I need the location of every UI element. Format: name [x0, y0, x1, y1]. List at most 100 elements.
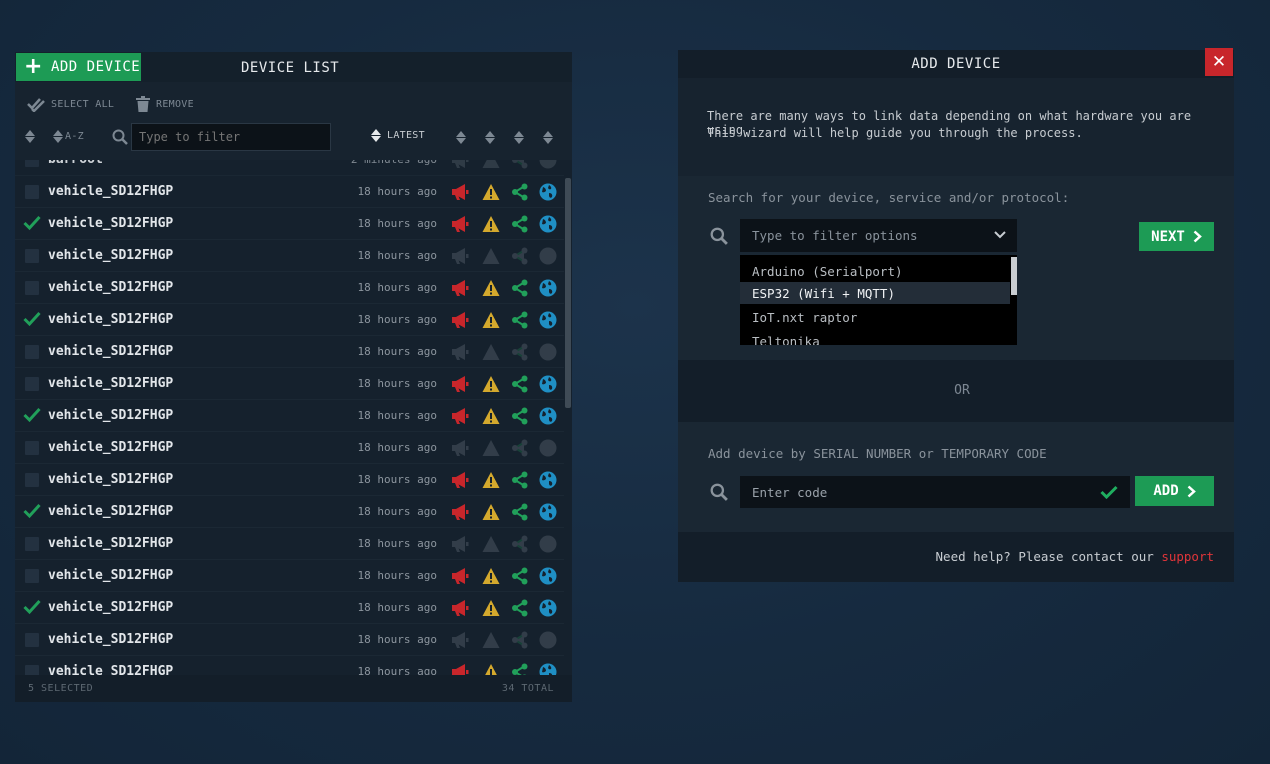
device-row[interactable]: vehicle_SD12FHGP 18 hours ago — [15, 240, 564, 272]
device-name[interactable]: vehicle_SD12FHGP — [48, 440, 173, 455]
device-name[interactable]: vehicle_SD12FHGP — [48, 632, 173, 647]
option-teltonika[interactable]: Teltonika — [740, 330, 1010, 346]
share-icon[interactable] — [511, 311, 529, 329]
sort-warnings-toggle[interactable] — [485, 129, 495, 145]
row-checkbox[interactable] — [25, 184, 39, 199]
share-icon[interactable] — [511, 343, 529, 361]
device-name[interactable]: vehicle_SD12FHGP — [48, 344, 173, 359]
globe-icon[interactable] — [539, 311, 557, 329]
row-checkbox[interactable] — [25, 248, 39, 263]
warning-icon[interactable] — [482, 535, 500, 553]
device-name[interactable]: vehicle_SD12FHGP — [48, 568, 173, 583]
device-row[interactable]: vehicle_SD12FHGP 18 hours ago — [15, 592, 564, 624]
options-scrollbar[interactable] — [1011, 257, 1017, 295]
select-all-button[interactable]: SELECT ALL — [27, 96, 114, 112]
megaphone-icon[interactable] — [451, 160, 469, 169]
globe-icon[interactable] — [539, 663, 557, 675]
device-list-scrollbar[interactable] — [565, 178, 571, 408]
megaphone-icon[interactable] — [451, 631, 469, 649]
share-icon[interactable] — [511, 567, 529, 585]
device-row[interactable]: vehicle_SD12FHGP 18 hours ago — [15, 208, 564, 240]
row-checkbox[interactable] — [25, 472, 39, 487]
share-icon[interactable] — [511, 215, 529, 233]
support-link[interactable]: support — [1161, 549, 1214, 564]
device-name[interactable]: vehicle_SD12FHGP — [48, 664, 173, 675]
row-checkbox-checked[interactable] — [23, 502, 41, 520]
share-icon[interactable] — [511, 375, 529, 393]
close-button[interactable]: ✕ — [1205, 48, 1233, 76]
device-row[interactable]: vehicle_SD12FHGP 18 hours ago — [15, 560, 564, 592]
row-checkbox-checked[interactable] — [23, 598, 41, 616]
device-filter-input[interactable] — [131, 123, 331, 151]
warning-icon[interactable] — [482, 503, 500, 521]
globe-icon[interactable] — [539, 535, 557, 553]
device-name[interactable]: vehicle_SD12FHGP — [48, 472, 173, 487]
warning-icon[interactable] — [482, 567, 500, 585]
next-button[interactable]: NEXT — [1139, 222, 1214, 251]
row-checkbox[interactable] — [25, 160, 39, 167]
globe-icon[interactable] — [539, 503, 557, 521]
warning-icon[interactable] — [482, 183, 500, 201]
add-code-button[interactable]: ADD — [1135, 476, 1214, 506]
warning-icon[interactable] — [482, 375, 500, 393]
sort-public-toggle[interactable] — [543, 129, 553, 145]
megaphone-icon[interactable] — [451, 439, 469, 457]
row-checkbox[interactable] — [25, 280, 39, 295]
megaphone-icon[interactable] — [451, 183, 469, 201]
row-checkbox-checked[interactable] — [23, 214, 41, 232]
warning-icon[interactable] — [482, 160, 500, 169]
row-checkbox[interactable] — [25, 344, 39, 359]
device-name[interactable]: vehicle_SD12FHGP — [48, 376, 173, 391]
device-row[interactable]: vehicle_SD12FHGP 18 hours ago — [15, 496, 564, 528]
row-checkbox[interactable] — [25, 664, 39, 675]
globe-icon[interactable] — [539, 631, 557, 649]
code-input[interactable]: Enter code — [740, 476, 1130, 508]
row-checkbox[interactable] — [25, 632, 39, 647]
device-name[interactable]: vehicle_SD12FHGP — [48, 600, 173, 615]
device-name[interactable]: vehicle_SD12FHGP — [48, 504, 173, 519]
globe-icon[interactable] — [539, 279, 557, 297]
megaphone-icon[interactable] — [451, 279, 469, 297]
row-checkbox-checked[interactable] — [23, 406, 41, 424]
row-checkbox[interactable] — [25, 440, 39, 455]
device-name[interactable]: vehicle_SD12FHGP — [48, 216, 173, 231]
globe-icon[interactable] — [539, 183, 557, 201]
share-icon[interactable] — [511, 183, 529, 201]
device-row[interactable]: vehicle_SD12FHGP 18 hours ago — [15, 272, 564, 304]
device-name[interactable]: vehicle_SD12FHGP — [48, 280, 173, 295]
globe-icon[interactable] — [539, 567, 557, 585]
share-icon[interactable] — [511, 599, 529, 617]
globe-icon[interactable] — [539, 471, 557, 489]
share-icon[interactable] — [511, 247, 529, 265]
warning-icon[interactable] — [482, 439, 500, 457]
share-icon[interactable] — [511, 407, 529, 425]
option-arduino[interactable]: Arduino (Serialport) — [740, 260, 1010, 282]
megaphone-icon[interactable] — [451, 503, 469, 521]
device-name[interactable]: vehicle_SD12FHGP — [48, 536, 173, 551]
device-row[interactable]: vehicle_SD12FHGP 18 hours ago — [15, 624, 564, 656]
sort-latest-toggle[interactable]: LATEST — [371, 127, 425, 143]
device-row[interactable]: vehicle_SD12FHGP 18 hours ago — [15, 176, 564, 208]
row-checkbox[interactable] — [25, 568, 39, 583]
device-row[interactable]: vehicle_SD12FHGP 18 hours ago — [15, 656, 564, 675]
megaphone-icon[interactable] — [451, 215, 469, 233]
warning-icon[interactable] — [482, 599, 500, 617]
share-icon[interactable] — [511, 631, 529, 649]
sort-alerts-toggle[interactable] — [456, 129, 466, 145]
globe-icon[interactable] — [539, 247, 557, 265]
share-icon[interactable] — [511, 471, 529, 489]
globe-icon[interactable] — [539, 599, 557, 617]
megaphone-icon[interactable] — [451, 311, 469, 329]
add-device-button[interactable]: + ADD DEVICE — [16, 53, 141, 81]
row-checkbox[interactable] — [25, 376, 39, 391]
warning-icon[interactable] — [482, 631, 500, 649]
warning-icon[interactable] — [482, 663, 500, 675]
globe-icon[interactable] — [539, 439, 557, 457]
row-checkbox-checked[interactable] — [23, 310, 41, 328]
device-name[interactable]: barPool — [48, 160, 103, 167]
megaphone-icon[interactable] — [451, 343, 469, 361]
warning-icon[interactable] — [482, 279, 500, 297]
option-iotnxt-raptor[interactable]: IoT.nxt raptor — [740, 306, 1010, 328]
megaphone-icon[interactable] — [451, 567, 469, 585]
globe-icon[interactable] — [539, 160, 557, 169]
